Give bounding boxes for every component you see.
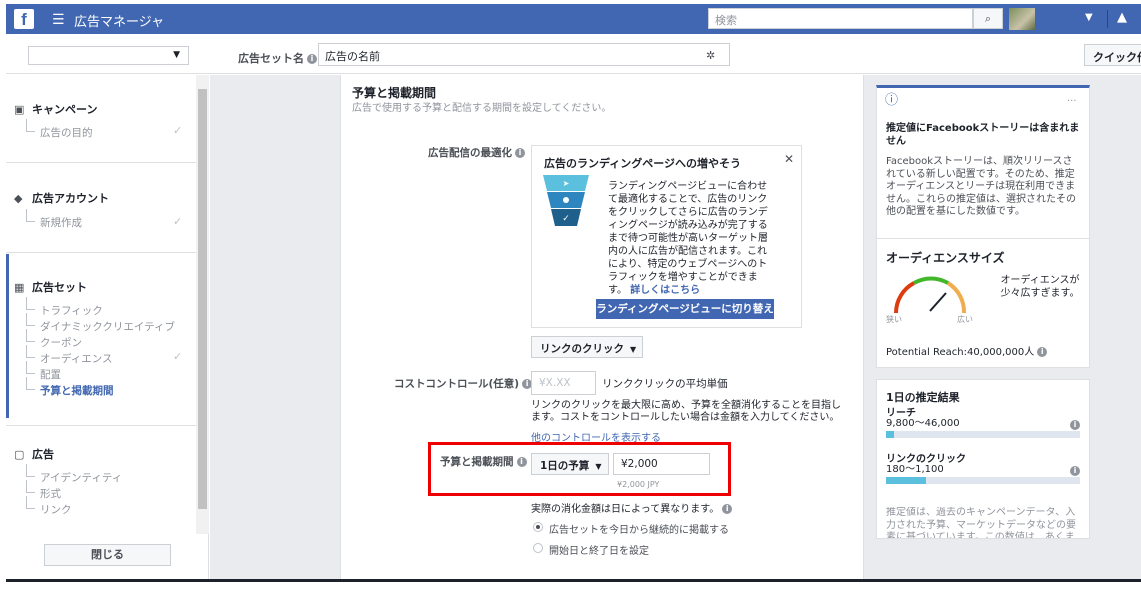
tip-body: ランディングページビューに合わせて最適化することで、広告のリンクをクリックしてさ… — [608, 181, 768, 296]
check-icon: ✓ — [173, 124, 183, 137]
radio-set-dates-label[interactable]: 開始日と終了日を設定 — [549, 542, 649, 557]
more-options-icon[interactable]: ··· — [1067, 96, 1077, 109]
results-footnote: 推定値は、過去のキャンペーンデータ、入力された予算、マーケットデータなどの要素に… — [886, 507, 1076, 538]
sidebar-item-budget[interactable]: 予算と掲載期間 — [26, 377, 114, 398]
audience-size-title: オーディエンスサイズ — [886, 251, 1005, 265]
section-description: 広告で使用する予算と配信する期間を設定してください。 — [352, 103, 612, 114]
grid-icon: ▦ — [14, 281, 25, 294]
notifications-bell-icon[interactable]: ▲ — [1117, 10, 1127, 25]
top-navigation-bar: f ☰ 広告マネージャ 検索 ⌕ ▼ ▲ — [6, 4, 1141, 34]
optimization-dropdown[interactable]: リンクのクリック ▼ — [531, 336, 643, 358]
learn-more-link[interactable]: 詳しくはこちら — [630, 285, 700, 296]
daily-results-title: 1日の推定結果 — [886, 391, 960, 404]
gear-icon[interactable]: ✲ — [706, 49, 715, 62]
tip-title: 広告のランディングページへの増やそう — [544, 157, 742, 170]
chevron-down-icon: ▼ — [173, 50, 180, 60]
sidebar-section-campaign[interactable]: ▣ キャンペーン — [14, 101, 97, 117]
ad-icon: ▢ — [14, 448, 25, 461]
adset-name-label: 広告セット名 i — [238, 50, 317, 66]
info-icon[interactable]: i — [515, 148, 525, 158]
svg-text:➤: ➤ — [563, 179, 570, 188]
sidebar-item-dynamic-creative[interactable]: ダイナミッククリエイティブ — [26, 313, 175, 334]
audience-gauge — [894, 276, 967, 314]
sidebar-item-objective[interactable]: 広告の目的 — [26, 119, 93, 140]
facebook-logo-icon[interactable]: f — [14, 9, 34, 29]
info-icon[interactable]: i — [1070, 466, 1080, 476]
sidebar-item-traffic[interactable]: トラフィック — [26, 297, 103, 318]
sidebar-item-audience[interactable]: オーディエンス — [26, 345, 113, 366]
check-icon: ✓ — [173, 215, 183, 228]
reach-bar — [886, 431, 1080, 438]
editor-header: ▼ 広告セット名i 広告の名前 ✲ クイック作 — [6, 38, 1141, 74]
account-menu-caret-icon[interactable]: ▼ — [1085, 12, 1093, 23]
megaphone-icon: ◆ — [14, 192, 23, 205]
adset-name-input[interactable]: 広告の名前 — [318, 43, 730, 66]
radio-continuous[interactable] — [533, 522, 543, 532]
close-button[interactable]: 閉じる — [44, 544, 171, 566]
actual-spend-note: 実際の消化金額は日によって異なります。 i — [531, 500, 733, 515]
svg-text:✓: ✓ — [562, 214, 570, 224]
campaign-icon: ▣ — [14, 103, 25, 116]
gauge-wide-label: 広い — [957, 315, 973, 324]
sidebar-item-new[interactable]: 新規作成 — [26, 209, 82, 230]
switch-to-landing-page-views-button[interactable]: ランディングページビューに切り替え — [596, 299, 774, 319]
sidebar-section-ad[interactable]: ▢ 広告 — [14, 446, 54, 462]
info-icon[interactable]: i — [307, 54, 317, 64]
reach-value: 9,800～46,000 — [886, 418, 960, 429]
clicks-label: リンクのクリック — [886, 454, 966, 465]
reach-bar-fill — [886, 431, 894, 438]
info-icon[interactable]: i — [1070, 420, 1080, 430]
sidebar-scroll-thumb[interactable] — [198, 89, 207, 509]
sidebar-section-adset[interactable]: ▦ 広告セット — [14, 279, 87, 295]
sidebar-item-link[interactable]: リンク — [26, 496, 72, 517]
sidebar-section-account[interactable]: ◆ 広告アカウント — [14, 190, 109, 206]
divider — [6, 252, 196, 253]
stories-card-title: 推定値にFacebookストーリーは含まれません — [886, 123, 1080, 147]
divider — [6, 162, 196, 163]
funnel-icon: ➤ ✓ — [543, 175, 589, 226]
info-icon: ⓘ — [885, 93, 899, 108]
close-icon[interactable]: ✕ — [784, 152, 794, 166]
check-icon: ✓ — [173, 350, 183, 363]
audience-size-text: オーディエンスが少々広すぎます。 — [1000, 275, 1080, 299]
clicks-value: 180～1,100 — [886, 464, 944, 475]
search-button[interactable]: ⌕ — [973, 8, 1003, 29]
highlight-box — [428, 442, 731, 496]
divider — [1107, 10, 1108, 28]
sidebar-item-identity[interactable]: アイデンティティ — [26, 464, 122, 485]
cost-control-label: コストコントロール(任意) i — [394, 376, 533, 391]
quick-create-button[interactable]: クイック作 — [1084, 44, 1141, 66]
account-select[interactable]: ▼ — [28, 46, 189, 65]
optimization-label: 広告配信の最適化 i — [428, 145, 525, 160]
potential-reach: Potential Reach:40,000,000人 i — [886, 347, 1048, 360]
radio-continuous-label[interactable]: 広告セットを今日から継続的に掲載する — [549, 521, 729, 536]
reach-label: リーチ — [886, 408, 916, 419]
active-section-indicator — [6, 254, 9, 418]
cost-control-input[interactable]: ¥X.XX — [531, 371, 596, 395]
info-icon[interactable]: i — [722, 504, 733, 514]
radio-set-dates[interactable] — [533, 543, 543, 553]
menu-icon[interactable]: ☰ — [52, 12, 65, 28]
gauge-narrow-label: 狭い — [886, 315, 902, 324]
avatar[interactable] — [1009, 8, 1035, 30]
info-icon[interactable]: i — [1037, 347, 1048, 357]
cost-helper-text: リンクのクリックを最大限に高め、予算を全額消化することを目指します。コストをコン… — [531, 400, 841, 423]
divider — [6, 425, 196, 426]
chevron-down-icon: ▼ — [630, 345, 637, 354]
stories-card-body: Facebookストーリーは、順次リリースされている新しい配置です。そのため、推… — [886, 156, 1076, 217]
search-input[interactable]: 検索 — [708, 8, 973, 29]
app-title[interactable]: 広告マネージャ — [74, 11, 164, 30]
cost-unit-label: リンククリックの平均単価 — [602, 378, 728, 390]
bottom-edge — [6, 579, 1141, 582]
search-icon: ⌕ — [984, 12, 992, 25]
clicks-bar-fill — [886, 477, 926, 484]
